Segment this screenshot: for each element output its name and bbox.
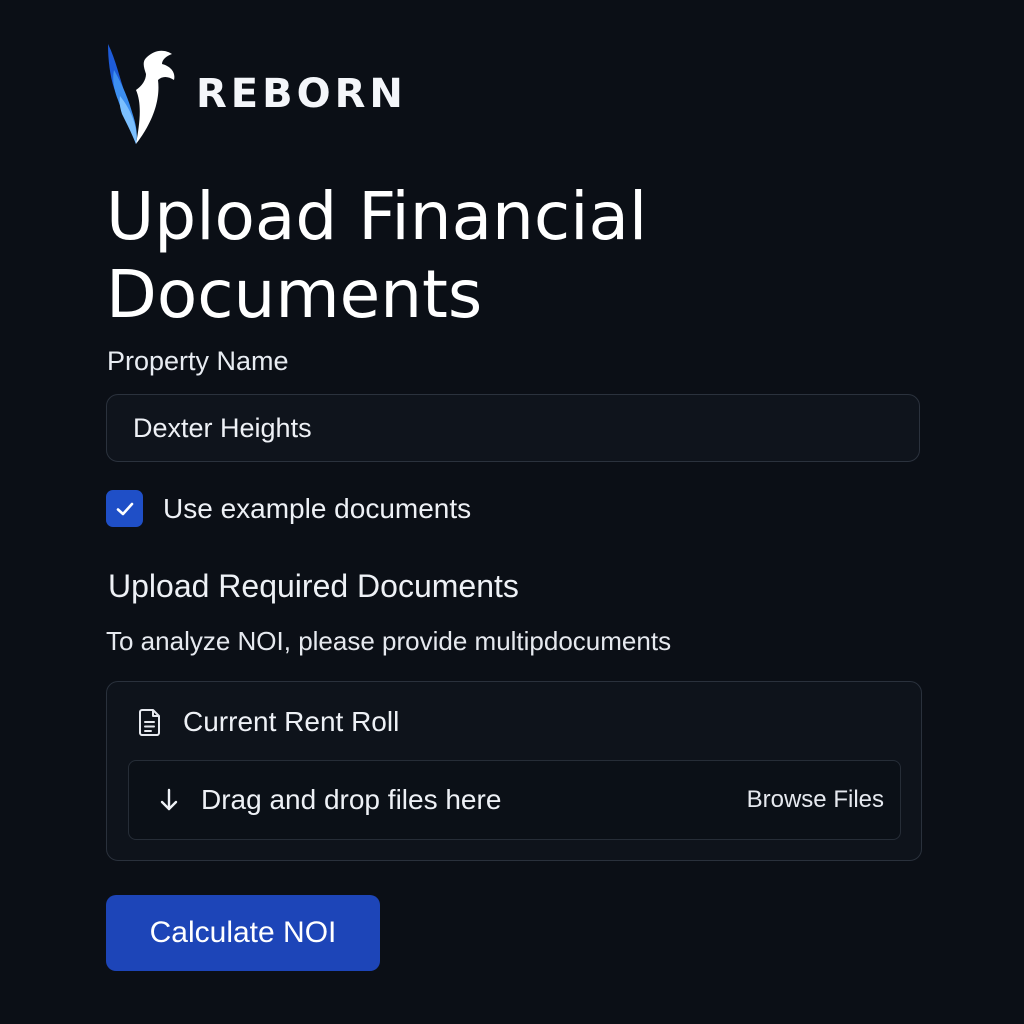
down-arrow-icon (160, 788, 178, 811)
dropzone-text: Drag and drop files here (201, 784, 502, 815)
property-name-input[interactable] (106, 394, 920, 462)
phoenix-logo-icon (108, 44, 175, 144)
example-documents-checkbox[interactable] (106, 490, 143, 527)
property-name-label: Property Name (107, 346, 289, 376)
example-documents-option[interactable]: Use example documents (106, 490, 471, 527)
brand-header: REBORN (106, 40, 407, 148)
page-title: Upload Financial Documents (106, 178, 648, 333)
section-title: Upload Required Documents (108, 568, 519, 604)
calculate-noi-button[interactable]: Calculate NOI (106, 895, 380, 971)
document-card-header: Current Rent Roll (137, 706, 399, 738)
document-upload-card: Current Rent Roll Drag and drop files he… (106, 681, 922, 861)
browse-files-button[interactable]: Browse Files (747, 786, 884, 814)
example-documents-label: Use example documents (163, 492, 472, 524)
document-icon (139, 709, 160, 736)
document-title: Current Rent Roll (183, 706, 400, 737)
checkmark-icon (116, 502, 133, 515)
brand-name: REBORN (196, 71, 407, 117)
section-description: To analyze NOI, please provide multipdoc… (106, 626, 672, 656)
file-dropzone[interactable]: Drag and drop files here Browse Files (128, 760, 901, 840)
